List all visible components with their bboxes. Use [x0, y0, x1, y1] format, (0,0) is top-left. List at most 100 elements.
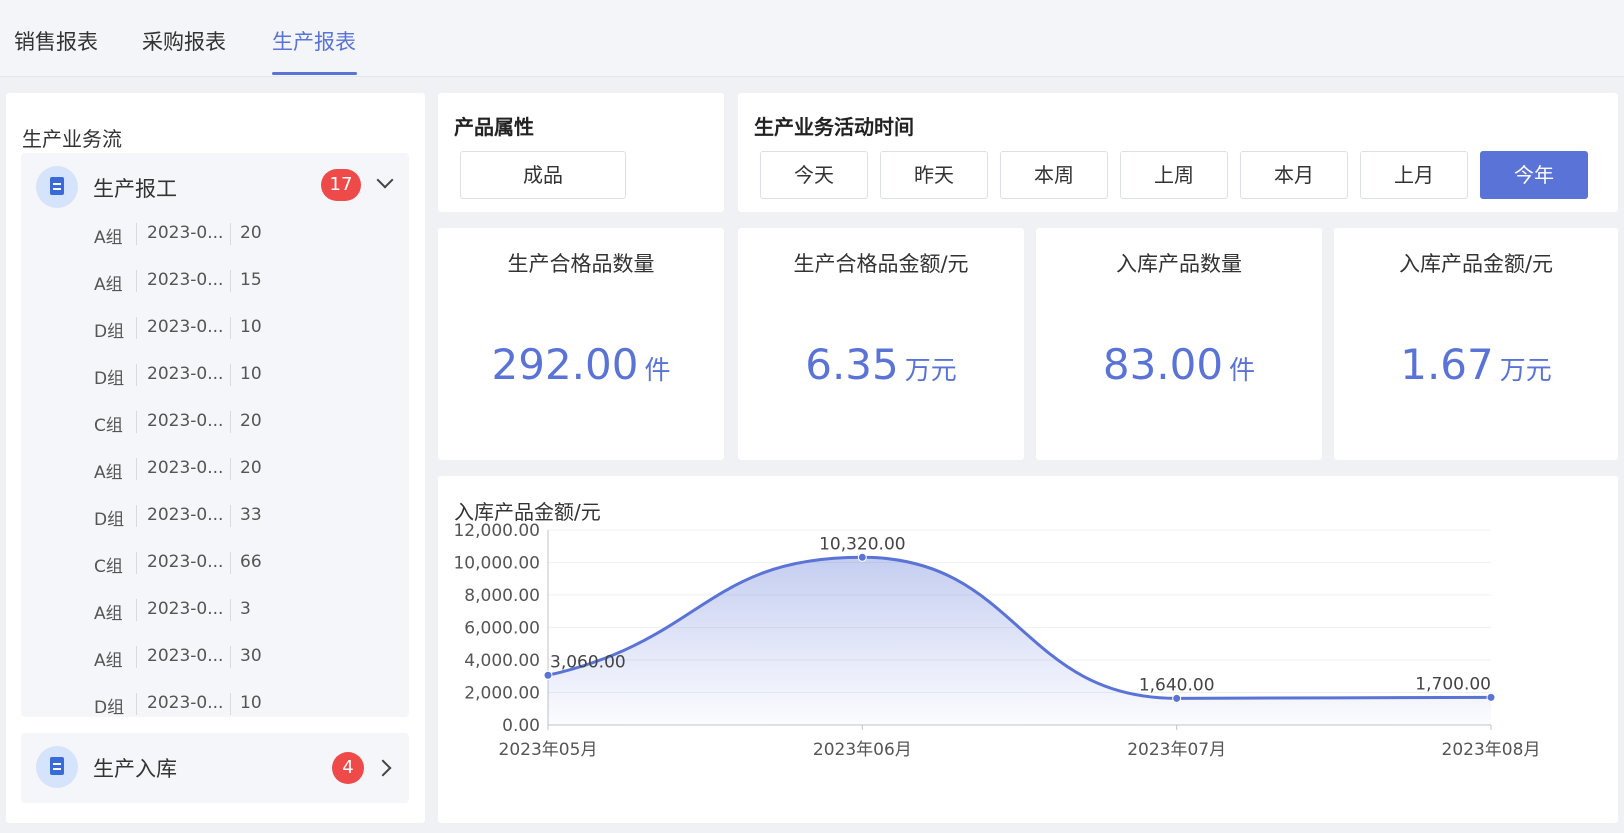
- divider: [136, 458, 137, 480]
- time-option-last-month-button[interactable]: 上月: [1360, 151, 1468, 199]
- list-item[interactable]: A组 2023-0... 20: [21, 446, 409, 492]
- y-tick-label: 12,000.00: [453, 521, 540, 541]
- team-cell: A组: [94, 651, 123, 671]
- list-item[interactable]: A组 2023-0... 20: [21, 211, 409, 257]
- team-cell: D组: [94, 369, 125, 389]
- stat-card-warehoused-qty: 入库产品数量 83.00 件: [1036, 228, 1322, 460]
- list-item[interactable]: C组 2023-0... 66: [21, 540, 409, 586]
- data-label: 1,700.00: [1415, 674, 1491, 694]
- flow-title: 生产业务流: [22, 127, 122, 151]
- date-cell: 2023-0...: [147, 599, 224, 619]
- list-item[interactable]: A组 2023-0... 3: [21, 587, 409, 633]
- list-item[interactable]: A组 2023-0... 30: [21, 634, 409, 680]
- activity-time-title: 生产业务活动时间: [754, 115, 914, 139]
- stat-value: 292.00 件: [491, 340, 671, 389]
- group-label: 生产入库: [93, 757, 177, 781]
- divider: [230, 223, 231, 245]
- date-cell: 2023-0...: [147, 317, 224, 337]
- y-tick-label: 6,000.00: [464, 619, 540, 639]
- qty-cell: 3: [240, 599, 251, 619]
- time-option-this-week-button[interactable]: 本周: [1000, 151, 1108, 199]
- group-production-report: 生产报工 17 A组 2023-0... 20 A组 2023-0... 15 D组 2023…: [21, 153, 409, 717]
- y-tick-label: 2,000.00: [464, 684, 540, 704]
- tab-purchase-report[interactable]: 采购报表: [142, 26, 226, 56]
- group-header-production-report[interactable]: 生产报工 17: [21, 153, 409, 211]
- chevron-right-icon[interactable]: [374, 759, 392, 777]
- data-point: [1172, 693, 1182, 703]
- warehoused-amount-chart-card: 入库产品金额/元 0.00 2,000.00 4,000.00 6,000.00 8,0…: [438, 476, 1618, 823]
- tab-production-report[interactable]: 生产报表: [272, 26, 356, 56]
- team-cell: C组: [94, 416, 123, 436]
- stat-label: 入库产品金额/元: [1398, 252, 1554, 276]
- qty-cell: 20: [240, 223, 262, 243]
- date-cell: 2023-0...: [147, 646, 224, 666]
- product-attribute-panel: 产品属性 成品: [438, 93, 724, 212]
- stat-value: 1.67 万元: [1400, 340, 1552, 389]
- divider: [230, 599, 231, 621]
- data-point: [543, 670, 553, 680]
- qty-cell: 66: [240, 552, 262, 572]
- tab-sales-report[interactable]: 销售报表: [14, 26, 98, 56]
- divider: [230, 317, 231, 339]
- list-item[interactable]: D组 2023-0... 33: [21, 493, 409, 539]
- y-tick-label: 10,000.00: [453, 554, 540, 574]
- time-option-this-year-button[interactable]: 今年: [1480, 151, 1588, 199]
- time-option-today-button[interactable]: 今天: [760, 151, 868, 199]
- data-label: 1,640.00: [1139, 675, 1215, 695]
- qty-cell: 20: [240, 458, 262, 478]
- qty-cell: 20: [240, 411, 262, 431]
- time-option-this-month-button[interactable]: 本月: [1240, 151, 1348, 199]
- qty-cell: 15: [240, 270, 262, 290]
- divider: [136, 317, 137, 339]
- area-chart: 0.00 2,000.00 4,000.00 6,000.00 8,000.00 10,0…: [453, 521, 1541, 760]
- series-area: [548, 557, 1491, 725]
- divider: [136, 599, 137, 621]
- production-flow-panel: 生产业务流 生产报工 17 A组 2023-0... 20 A组 2023-0... 15…: [6, 93, 425, 823]
- active-tab-indicator: [272, 72, 357, 75]
- stat-label: 生产合格品金额/元: [793, 252, 969, 276]
- time-option-last-week-button[interactable]: 上周: [1120, 151, 1228, 199]
- team-cell: A组: [94, 228, 123, 248]
- date-cell: 2023-0...: [147, 364, 224, 384]
- stat-value: 83.00 件: [1102, 340, 1256, 389]
- team-cell: A组: [94, 275, 123, 295]
- qty-cell: 10: [240, 364, 262, 384]
- product-attribute-title: 产品属性: [454, 115, 534, 139]
- divider: [230, 693, 231, 715]
- data-point: [1486, 692, 1496, 702]
- date-cell: 2023-0...: [147, 411, 224, 431]
- y-tick-label: 8,000.00: [464, 586, 540, 606]
- qty-cell: 33: [240, 505, 262, 525]
- divider: [136, 223, 137, 245]
- qty-cell: 30: [240, 646, 262, 666]
- list-item[interactable]: A组 2023-0... 15: [21, 258, 409, 304]
- finished-product-button[interactable]: 成品: [460, 151, 626, 199]
- divider: [230, 458, 231, 480]
- list-item[interactable]: D组 2023-0... 10: [21, 681, 409, 717]
- divider: [230, 364, 231, 386]
- list-item[interactable]: D组 2023-0... 10: [21, 305, 409, 351]
- team-cell: D组: [94, 510, 125, 530]
- stat-label: 入库产品数量: [1116, 252, 1242, 276]
- count-badge: 4: [332, 752, 364, 784]
- count-badge: 17: [321, 169, 361, 201]
- divider: [230, 646, 231, 668]
- divider: [230, 505, 231, 527]
- list-item[interactable]: D组 2023-0... 10: [21, 352, 409, 398]
- group-production-warehousing: 生产入库 4: [21, 733, 409, 803]
- stat-card-qualified-amount: 生产合格品金额/元 6.35 万元: [738, 228, 1024, 460]
- stat-label: 生产合格品数量: [507, 252, 655, 276]
- time-option-yesterday-button[interactable]: 昨天: [880, 151, 988, 199]
- chevron-down-icon[interactable]: [376, 171, 394, 189]
- divider: [136, 270, 137, 292]
- stat-card-qualified-qty: 生产合格品数量 292.00 件: [438, 228, 724, 460]
- activity-time-panel: 生产业务活动时间 今天 昨天 本周 上周 本月 上月 今年: [738, 93, 1618, 212]
- document-icon: [36, 746, 78, 788]
- divider: [230, 270, 231, 292]
- x-tick-label: 2023年08月: [1442, 740, 1541, 760]
- x-tick-label: 2023年05月: [499, 740, 598, 760]
- group-header-production-warehousing[interactable]: 生产入库 4: [21, 733, 409, 803]
- divider: [136, 646, 137, 668]
- divider: [136, 693, 137, 715]
- list-item[interactable]: C组 2023-0... 20: [21, 399, 409, 445]
